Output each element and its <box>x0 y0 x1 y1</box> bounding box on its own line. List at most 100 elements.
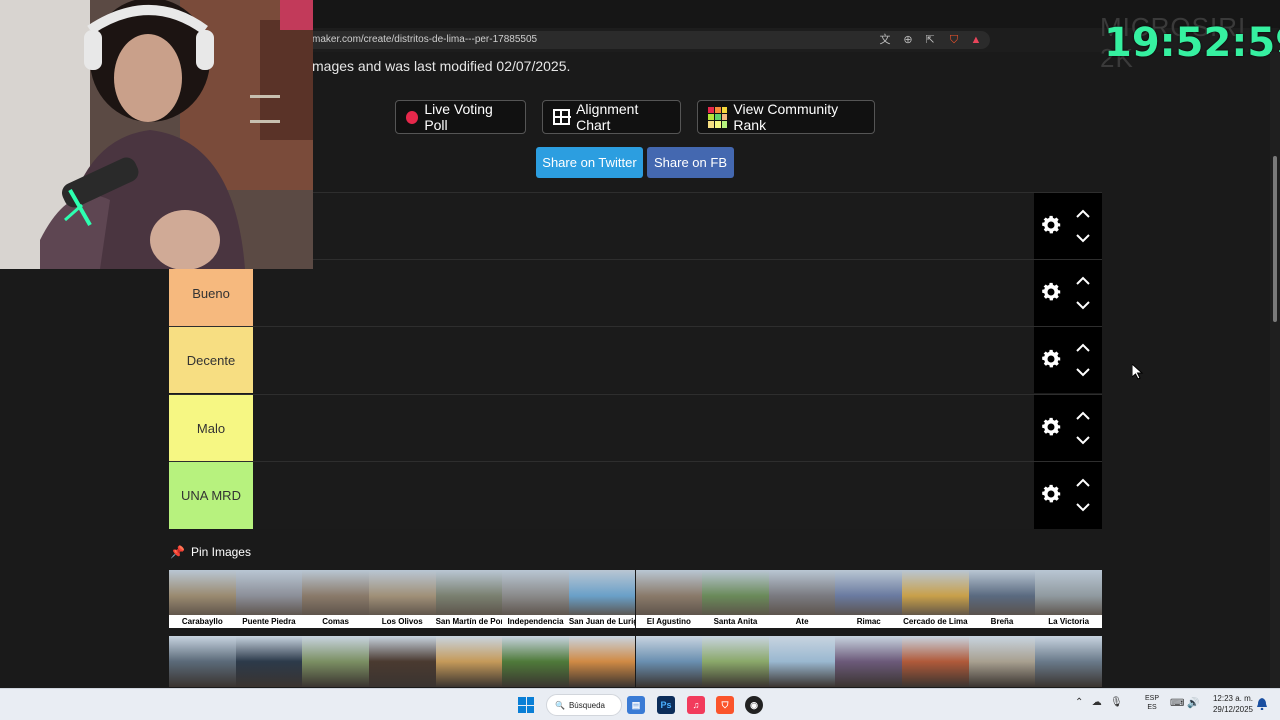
move-up-icon[interactable] <box>1074 476 1092 488</box>
gear-icon[interactable] <box>1039 482 1063 506</box>
move-up-icon[interactable] <box>1074 409 1092 421</box>
windows-start-icon[interactable] <box>518 697 534 713</box>
taskbar-time: 12:23 a. m. <box>1212 694 1253 703</box>
taskbar-clock[interactable]: 12:23 a. m. 29/12/2025 <box>1207 693 1253 715</box>
pin-image-tile[interactable]: Rimac <box>835 570 903 628</box>
gear-icon[interactable] <box>1039 347 1063 371</box>
district-caption: La Victoria <box>1035 615 1102 628</box>
address-bar-url[interactable]: maker.com/create/distritos-de-lima---per… <box>312 34 537 45</box>
pin-image-tile[interactable] <box>435 636 503 687</box>
district-caption: Puente Piedra <box>235 615 303 628</box>
tier-drop-area[interactable] <box>253 462 1034 529</box>
move-down-icon[interactable] <box>1074 500 1092 512</box>
move-up-icon[interactable] <box>1074 207 1092 219</box>
pin-image-tile[interactable] <box>768 636 836 687</box>
brave-rewards-icon[interactable]: ▲ <box>969 33 983 47</box>
district-caption: Carabayllo <box>169 615 236 628</box>
tier-label[interactable]: Decente <box>169 327 253 393</box>
scrollbar-thumb[interactable] <box>1273 156 1277 322</box>
district-caption: Comas <box>302 615 369 628</box>
pin-image-tile[interactable]: Los Olivos <box>368 570 436 628</box>
move-down-icon[interactable] <box>1074 298 1092 310</box>
pin-image-tile[interactable] <box>568 636 636 687</box>
tier-row: Decente <box>169 326 1102 393</box>
tier-controls <box>1034 395 1102 461</box>
move-down-icon[interactable] <box>1074 231 1092 243</box>
district-caption: Los Olivos <box>368 615 436 628</box>
pin-image-tile[interactable]: Breña <box>968 570 1036 628</box>
share-icon[interactable]: ⇱ <box>923 33 937 47</box>
language-indicator[interactable]: ESP ES <box>1145 694 1159 712</box>
brave-shield-icon[interactable]: ⛉ <box>947 33 961 47</box>
tier-controls <box>1034 193 1102 259</box>
notification-bell-icon[interactable] <box>1257 698 1267 710</box>
music-app-icon[interactable]: ♫ <box>687 696 705 714</box>
taskbar-search[interactable]: 🔍 Búsqueda <box>546 694 622 716</box>
district-photo <box>502 570 569 617</box>
pin-image-tile[interactable]: Puente Piedra <box>235 570 303 628</box>
system-tray[interactable]: ⌃ ☁ 🎙 <box>1075 697 1123 708</box>
pin-image-tile[interactable] <box>635 636 703 687</box>
tier-label[interactable]: Malo <box>169 395 253 461</box>
alignment-chart-button[interactable]: Alignment Chart <box>542 100 681 134</box>
language-code: ESP <box>1145 695 1160 702</box>
live-voting-poll-button[interactable]: Live Voting Poll <box>395 100 526 134</box>
tier-drop-area[interactable] <box>253 327 1034 393</box>
pin-image-tile[interactable]: El Agustino <box>635 570 703 628</box>
district-caption: Cercado de Lima <box>902 615 969 628</box>
gear-icon[interactable] <box>1039 213 1063 237</box>
alignment-chart-label: Alignment Chart <box>576 101 639 133</box>
page-subtitle: mages and was last modified 02/07/2025. <box>312 58 571 74</box>
pin-image-tile[interactable]: Cercado de Lima <box>902 570 969 628</box>
pin-image-tile[interactable] <box>702 636 769 687</box>
pin-image-tile[interactable]: Ate <box>768 570 836 628</box>
photoshop-icon[interactable]: Ps <box>657 696 675 714</box>
pin-image-tile[interactable]: Carabayllo <box>169 570 236 628</box>
keyboard-layout: ES <box>1147 704 1157 711</box>
pin-image-tile[interactable]: Santa Anita <box>702 570 769 628</box>
tier-drop-area[interactable] <box>253 260 1034 326</box>
district-photo <box>368 570 436 617</box>
pin-image-tile[interactable]: Independencia <box>502 570 569 628</box>
pin-image-tile[interactable] <box>502 636 569 687</box>
network-volume-icon[interactable]: ⌨ 🔊 <box>1170 698 1200 709</box>
move-up-icon[interactable] <box>1074 274 1092 286</box>
pin-image-tile[interactable] <box>368 636 436 687</box>
tier-drop-area[interactable] <box>253 395 1034 461</box>
pin-image-tile[interactable] <box>302 636 369 687</box>
pin-image-tile[interactable] <box>235 636 303 687</box>
pin-image-tile[interactable]: Comas <box>302 570 369 628</box>
pin-image-tile[interactable]: La Victoria <box>1035 570 1102 628</box>
pin-image-tile[interactable] <box>968 636 1036 687</box>
tier-drop-area[interactable] <box>253 193 1034 259</box>
pin-image-tile[interactable] <box>835 636 903 687</box>
pin-image-tile[interactable] <box>169 636 236 687</box>
translate-icon[interactable]: 文 <box>878 33 892 47</box>
move-up-icon[interactable] <box>1074 341 1092 353</box>
file-explorer-icon[interactable]: ▤ <box>627 696 645 714</box>
gear-icon[interactable] <box>1039 415 1063 439</box>
gear-icon[interactable] <box>1039 280 1063 304</box>
tier-label[interactable]: Bueno <box>169 260 253 326</box>
pin-image-tile[interactable] <box>902 636 969 687</box>
community-rank-button[interactable]: View Community Rank <box>697 100 875 134</box>
pin-images-grid: Carabayllo Puente Piedra Comas Los Olivos Sa… <box>169 570 1102 687</box>
move-down-icon[interactable] <box>1074 433 1092 445</box>
district-photo <box>435 570 503 617</box>
obs-icon[interactable]: ◉ <box>745 696 763 714</box>
brave-browser-icon[interactable]: ⛉ <box>716 696 734 714</box>
zoom-icon[interactable]: ⊕ <box>901 33 915 47</box>
share-twitter-button[interactable]: Share on Twitter <box>536 147 643 178</box>
page-scrollbar[interactable] <box>1270 52 1280 688</box>
pin-image-tile[interactable]: San Martín de Porres <box>435 570 503 628</box>
move-down-icon[interactable] <box>1074 365 1092 377</box>
district-photo <box>235 570 303 617</box>
pin-image-tile[interactable] <box>1035 636 1102 687</box>
district-caption: El Agustino <box>635 615 703 628</box>
tier-label[interactable]: UNA MRD <box>169 462 253 529</box>
record-dot-icon <box>406 110 419 124</box>
tier-mosaic-icon <box>708 106 728 128</box>
pin-image-tile[interactable]: San Juan de Lurigancho <box>568 570 636 628</box>
share-fb-button[interactable]: Share on FB <box>647 147 734 178</box>
webcam-overlay <box>0 0 313 269</box>
